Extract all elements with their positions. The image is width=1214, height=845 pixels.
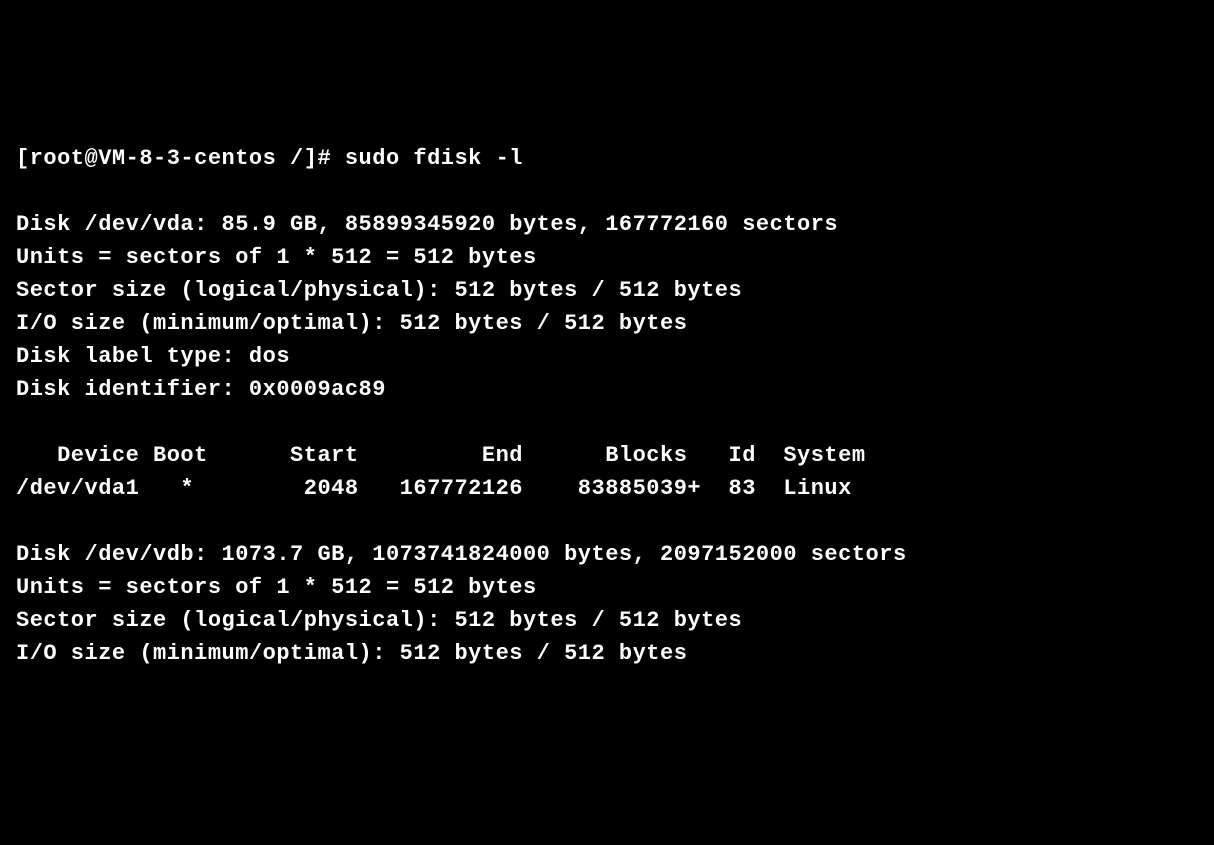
disk1-io-size: I/O size (minimum/optimal): 512 bytes / … (16, 311, 687, 336)
disk1-label-type: Disk label type: dos (16, 344, 290, 369)
disk1-units: Units = sectors of 1 * 512 = 512 bytes (16, 245, 537, 270)
disk2-sector-size: Sector size (logical/physical): 512 byte… (16, 608, 742, 633)
disk2-header: Disk /dev/vdb: 1073.7 GB, 1073741824000 … (16, 542, 907, 567)
disk2-io-size: I/O size (minimum/optimal): 512 bytes / … (16, 641, 687, 666)
disk1-sector-size: Sector size (logical/physical): 512 byte… (16, 278, 742, 303)
terminal-output: [root@VM-8-3-centos /]# sudo fdisk -l Di… (16, 142, 1198, 670)
disk1-header: Disk /dev/vda: 85.9 GB, 85899345920 byte… (16, 212, 838, 237)
disk1-identifier: Disk identifier: 0x0009ac89 (16, 377, 386, 402)
shell-prompt: [root@VM-8-3-centos /]# (16, 146, 345, 171)
disk2-units: Units = sectors of 1 * 512 = 512 bytes (16, 575, 537, 600)
command-text[interactable]: sudo fdisk -l (345, 146, 523, 171)
partition-table-row: /dev/vda1 * 2048 167772126 83885039+ 83 … (16, 476, 852, 501)
partition-table-header: Device Boot Start End Blocks Id System (16, 443, 866, 468)
